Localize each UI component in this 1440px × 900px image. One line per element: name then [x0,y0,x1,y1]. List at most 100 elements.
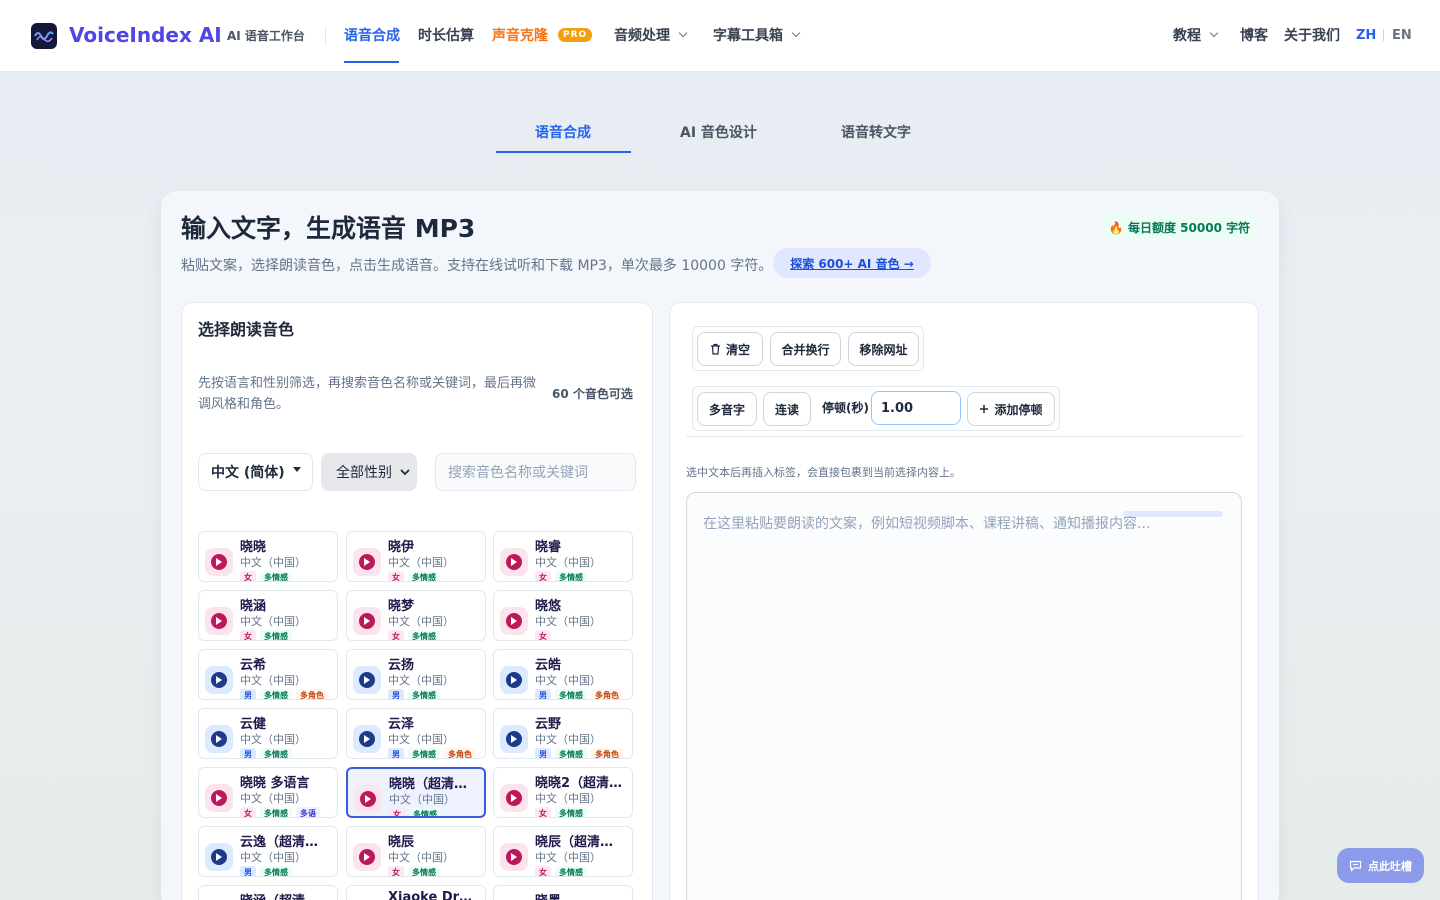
voice-name: 云野 [535,717,562,732]
voice-card[interactable]: 晓伊 中文（中国） 女多情感 [346,531,486,582]
voice-name: 云泽 [388,717,415,732]
play-voice-icon[interactable] [500,607,528,635]
play-voice-icon[interactable] [500,725,528,753]
voice-card[interactable]: 晓晓（超清… 中文（中国） 女多情感 [346,767,486,818]
play-voice-icon[interactable] [354,785,382,813]
nav-active-underline [344,61,399,63]
voice-name: 晓晓2（超清… [535,776,623,791]
nav-tutorial-menu[interactable]: 教程 [1173,25,1219,45]
voice-search-input[interactable]: 搜索音色名称或关键词 [435,453,636,491]
voice-tag: 男 [535,689,551,699]
voice-card[interactable]: 云野 中文（中国） 男多情感 多角色 [493,708,633,759]
script-textarea[interactable]: 在这里粘贴要朗读的文案，例如短视频脚本、课程讲稿、通知播报内容... [686,492,1242,900]
tab-tts[interactable]: 语音合成 [535,122,591,142]
voice-tag: 多情感 [555,807,587,817]
voice-locale: 中文（中国） [240,851,306,864]
feedback-button[interactable]: 点此吐槽 [1337,848,1424,883]
play-voice-icon[interactable] [500,843,528,871]
play-voice-icon[interactable] [205,666,233,694]
nav-tts[interactable]: 语音合成 [344,25,400,45]
voice-card[interactable]: 云皓 中文（中国） 男多情感 多角色 [493,649,633,700]
voice-tag: 男 [535,748,551,758]
play-voice-icon[interactable] [500,666,528,694]
voice-tag: 多情感 [555,748,587,758]
play-voice-icon[interactable] [205,607,233,635]
voice-name: 晓梦 [388,599,415,614]
play-voice-icon[interactable] [205,784,233,812]
voice-name: 晓伊 [388,540,415,555]
liaison-button[interactable]: 连读 [763,392,811,426]
play-voice-icon[interactable] [353,607,381,635]
voice-locale: 中文（中国） [535,851,601,864]
voice-tag: 男 [388,689,404,699]
voice-card[interactable]: 晓梦 中文（中国） 女多情感 [346,590,486,641]
play-voice-icon[interactable] [205,548,233,576]
voice-card[interactable]: 晓涵 中文（中国） 女多情感 [198,590,338,641]
voice-card[interactable]: 晓悠 中文（中国） 女 [493,590,633,641]
voice-tag: 女 [388,630,404,640]
voice-card[interactable]: 晓辰 中文（中国） 女多情感 [346,826,486,877]
remove-urls-label: 移除网址 [859,342,908,357]
tab-voice-design[interactable]: AI 音色设计 [680,122,757,142]
voice-card[interactable]: 晓晓2（超清… 中文（中国） 女多情感 [493,767,633,818]
voice-card[interactable]: 云逸（超清… 中文（中国） 男多情感 [198,826,338,877]
voice-tag: 多角色 [296,689,328,699]
play-voice-icon[interactable] [500,548,528,576]
feedback-label: 点此吐槽 [1368,859,1412,873]
polyphone-button[interactable]: 多音字 [697,392,757,426]
voice-card[interactable]: 晓晓 中文（中国） 女多情感 [198,531,338,582]
play-voice-icon[interactable] [205,725,233,753]
play-voice-icon[interactable] [353,725,381,753]
lang-divider [1383,29,1384,41]
voice-card[interactable]: 云希 中文（中国） 男多情感 多角色 [198,649,338,700]
pause-seconds-input[interactable]: 1.00 [871,391,961,425]
voice-card[interactable]: 云泽 中文（中国） 男多情感 多角色 [346,708,486,759]
voice-card[interactable]: 云健 中文（中国） 男多情感 [198,708,338,759]
voice-card[interactable]: 晓晓 多语言 中文（中国） 女多情感 多语 [198,767,338,818]
nav-duration[interactable]: 时长估算 [418,25,474,45]
nav-audio-label: 音频处理 [614,28,670,44]
top-header: VoiceIndex AI AI 语音工作台 语音合成 时长估算 声音克隆 PRO… [0,0,1440,72]
nav-audio-menu[interactable]: 音频处理 [614,25,688,45]
remove-urls-button[interactable]: 移除网址 [848,332,919,366]
brand-name[interactable]: VoiceIndex AI [69,23,222,47]
voice-card[interactable]: 晓辰（超清… 中文（中国） 女多情感 [493,826,633,877]
voice-locale: 中文（中国） [535,615,601,628]
voice-tag: 多语 [296,807,320,817]
voice-card[interactable]: 晓墨… [493,885,633,900]
play-voice-icon[interactable] [353,666,381,694]
gender-select[interactable]: 全部性别 [321,453,417,491]
voice-count: 60 个音色可选 [552,387,633,401]
voice-card[interactable]: Xiaoke Dr… [346,885,486,900]
tab-speech-to-text[interactable]: 语音转文字 [841,122,911,142]
voice-tags: 女多情感 [389,808,441,816]
merge-lines-button[interactable]: 合并换行 [770,332,841,366]
explore-voices-link[interactable]: 探索 600+ AI 音色 → [773,248,931,278]
logo-icon[interactable] [31,23,57,49]
nav-subtitle-menu[interactable]: 字幕工具箱 [713,25,801,45]
voice-card[interactable]: 晓涵（超清… [198,885,338,900]
voice-card[interactable]: 晓睿 中文（中国） 女多情感 [493,531,633,582]
pause-label: 停顿(秒) [822,401,869,415]
voice-tags: 男多情感 多角色 [535,748,623,758]
nav-voice-clone[interactable]: 声音克隆 PRO [492,25,593,45]
nav-blog[interactable]: 博客 [1240,25,1268,45]
play-voice-icon[interactable] [353,548,381,576]
lang-zh[interactable]: ZH [1356,28,1376,43]
nav-about[interactable]: 关于我们 [1284,25,1340,45]
play-voice-icon[interactable] [353,843,381,871]
toolbar-divider [686,436,1243,437]
play-voice-icon[interactable] [500,784,528,812]
voice-tag: 女 [535,630,551,640]
voice-card[interactable]: 云扬 中文（中国） 男多情感 [346,649,486,700]
lang-en[interactable]: EN [1392,28,1412,43]
voice-locale: 中文（中国） [388,615,454,628]
add-pause-button[interactable]: 添加停顿 [967,392,1055,426]
clear-button[interactable]: 清空 [697,332,763,366]
voice-tag: 男 [240,866,256,876]
play-voice-icon[interactable] [205,843,233,871]
voice-tag: 多情感 [260,866,292,876]
voice-name: 晓涵 [240,599,267,614]
voice-tags: 女多情感 [535,571,587,581]
language-select[interactable]: 中文 (简体) [198,453,313,491]
